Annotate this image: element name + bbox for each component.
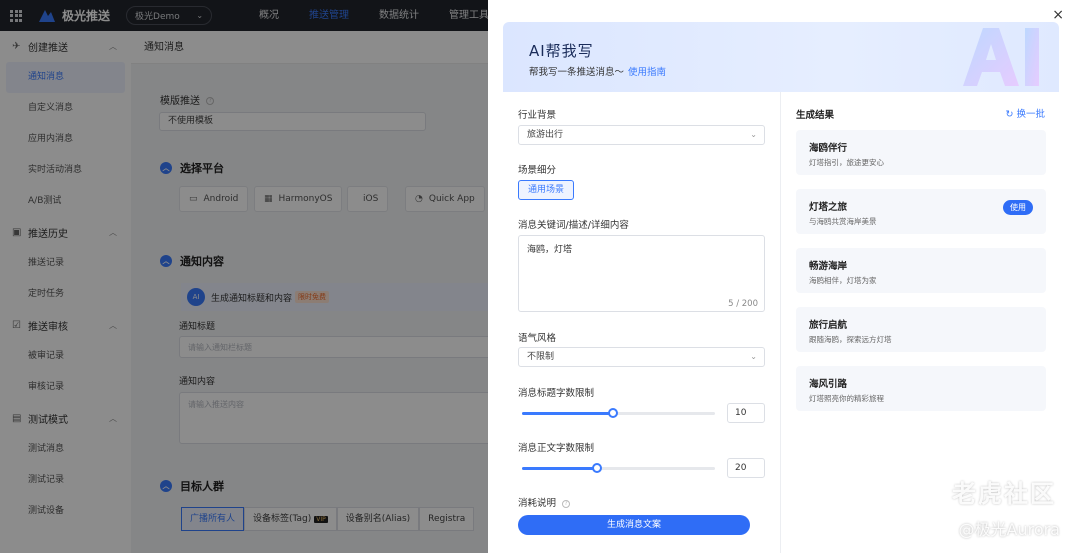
results-title: 生成结果 xyxy=(796,110,835,121)
result-title: 畅游海岸 xyxy=(809,261,848,272)
scene-label: 场景细分 xyxy=(518,165,557,176)
result-desc: 灯塔指引，旅途更安心 xyxy=(809,158,884,167)
input-form: 行业背景 旅游出行 ⌄ 场景细分 通用场景 消息关键词/描述/详细内容 海鸥，灯… xyxy=(503,92,781,553)
body-limit-slider[interactable] xyxy=(522,463,715,473)
cost-label-text: 消耗说明 xyxy=(518,498,557,509)
keyword-label: 消息关键词/描述/详细内容 xyxy=(518,220,629,231)
body-limit-input[interactable]: 20 xyxy=(727,458,765,478)
panel-title: AI帮我写 xyxy=(529,42,594,60)
tone-select[interactable]: 不限制 ⌄ xyxy=(518,347,765,367)
result-desc: 与海鸥共赏海岸美景 xyxy=(809,217,877,226)
result-desc: 海鸥相伴，灯塔为家 xyxy=(809,276,877,285)
refresh-button[interactable]: ↻ 换一批 xyxy=(1005,106,1045,120)
slider-handle[interactable] xyxy=(607,408,618,418)
result-card[interactable]: 海鸥伴行 灯塔指引，旅途更安心 xyxy=(796,130,1046,175)
watermark-text: 老虎社区 xyxy=(952,480,1056,508)
tone-select-value: 不限制 xyxy=(527,352,555,362)
refresh-icon: ↻ xyxy=(1005,109,1014,120)
result-card[interactable]: 畅游海岸 海鸥相伴，灯塔为家 xyxy=(796,248,1046,293)
industry-select[interactable]: 旅游出行 ⌄ xyxy=(518,125,765,145)
slider-fill xyxy=(522,467,598,470)
title-limit-label: 消息标题字数限制 xyxy=(518,388,595,399)
char-counter: 5 / 200 xyxy=(728,299,758,309)
panel-subtitle: 帮我写一条推送消息～ 使用指南 xyxy=(529,64,666,78)
slider-handle[interactable] xyxy=(592,463,603,473)
use-button[interactable]: 使用 xyxy=(1003,200,1033,215)
ai-illustration-icon xyxy=(963,28,1039,86)
watermark-handle: @极光Aurora xyxy=(958,520,1061,539)
result-card[interactable]: 海风引路 灯塔照亮你的精彩旅程 xyxy=(796,366,1046,411)
panel-subtitle-text: 帮我写一条推送消息～ xyxy=(529,67,625,78)
cost-label: 消耗说明 ? xyxy=(518,495,571,509)
chevron-down-icon: ⌄ xyxy=(750,352,757,361)
info-icon[interactable]: ? xyxy=(562,499,571,508)
watermark-logo-icon xyxy=(910,477,938,506)
usage-guide-link[interactable]: 使用指南 xyxy=(628,67,666,78)
panel-header: AI帮我写 帮我写一条推送消息～ 使用指南 xyxy=(503,22,1059,92)
slider-fill xyxy=(522,412,613,415)
chevron-down-icon: ⌄ xyxy=(750,130,757,139)
keyword-text: 海鸥，灯塔 xyxy=(527,245,573,255)
tone-label: 语气风格 xyxy=(518,333,557,344)
scene-chip-general[interactable]: 通用场景 xyxy=(518,180,575,200)
industry-label: 行业背景 xyxy=(518,110,557,121)
result-card[interactable]: 旅行启航 跟随海鸥，探索远方灯塔 xyxy=(796,307,1046,352)
keyword-textarea[interactable]: 海鸥，灯塔 5 / 200 xyxy=(518,235,765,312)
close-icon[interactable]: × xyxy=(1052,7,1064,23)
result-title: 海风引路 xyxy=(809,379,848,390)
body-limit-label: 消息正文字数限制 xyxy=(518,443,595,454)
industry-select-value: 旅游出行 xyxy=(527,130,564,140)
title-limit-slider[interactable] xyxy=(522,408,715,418)
result-card[interactable]: 灯塔之旅 与海鸥共赏海岸美景 使用 xyxy=(796,189,1046,234)
modal-backdrop[interactable] xyxy=(0,0,488,553)
title-limit-input[interactable]: 10 xyxy=(727,403,765,423)
generate-button[interactable]: 生成消息文案 xyxy=(518,515,750,535)
result-desc: 灯塔照亮你的精彩旅程 xyxy=(809,394,884,403)
watermark: 老虎社区 @极光Aurora xyxy=(910,474,1070,544)
refresh-label: 换一批 xyxy=(1016,109,1045,120)
result-desc: 跟随海鸥，探索远方灯塔 xyxy=(809,335,892,344)
result-title: 旅行启航 xyxy=(809,320,848,331)
result-title: 灯塔之旅 xyxy=(809,202,848,213)
result-title: 海鸥伴行 xyxy=(809,143,848,154)
